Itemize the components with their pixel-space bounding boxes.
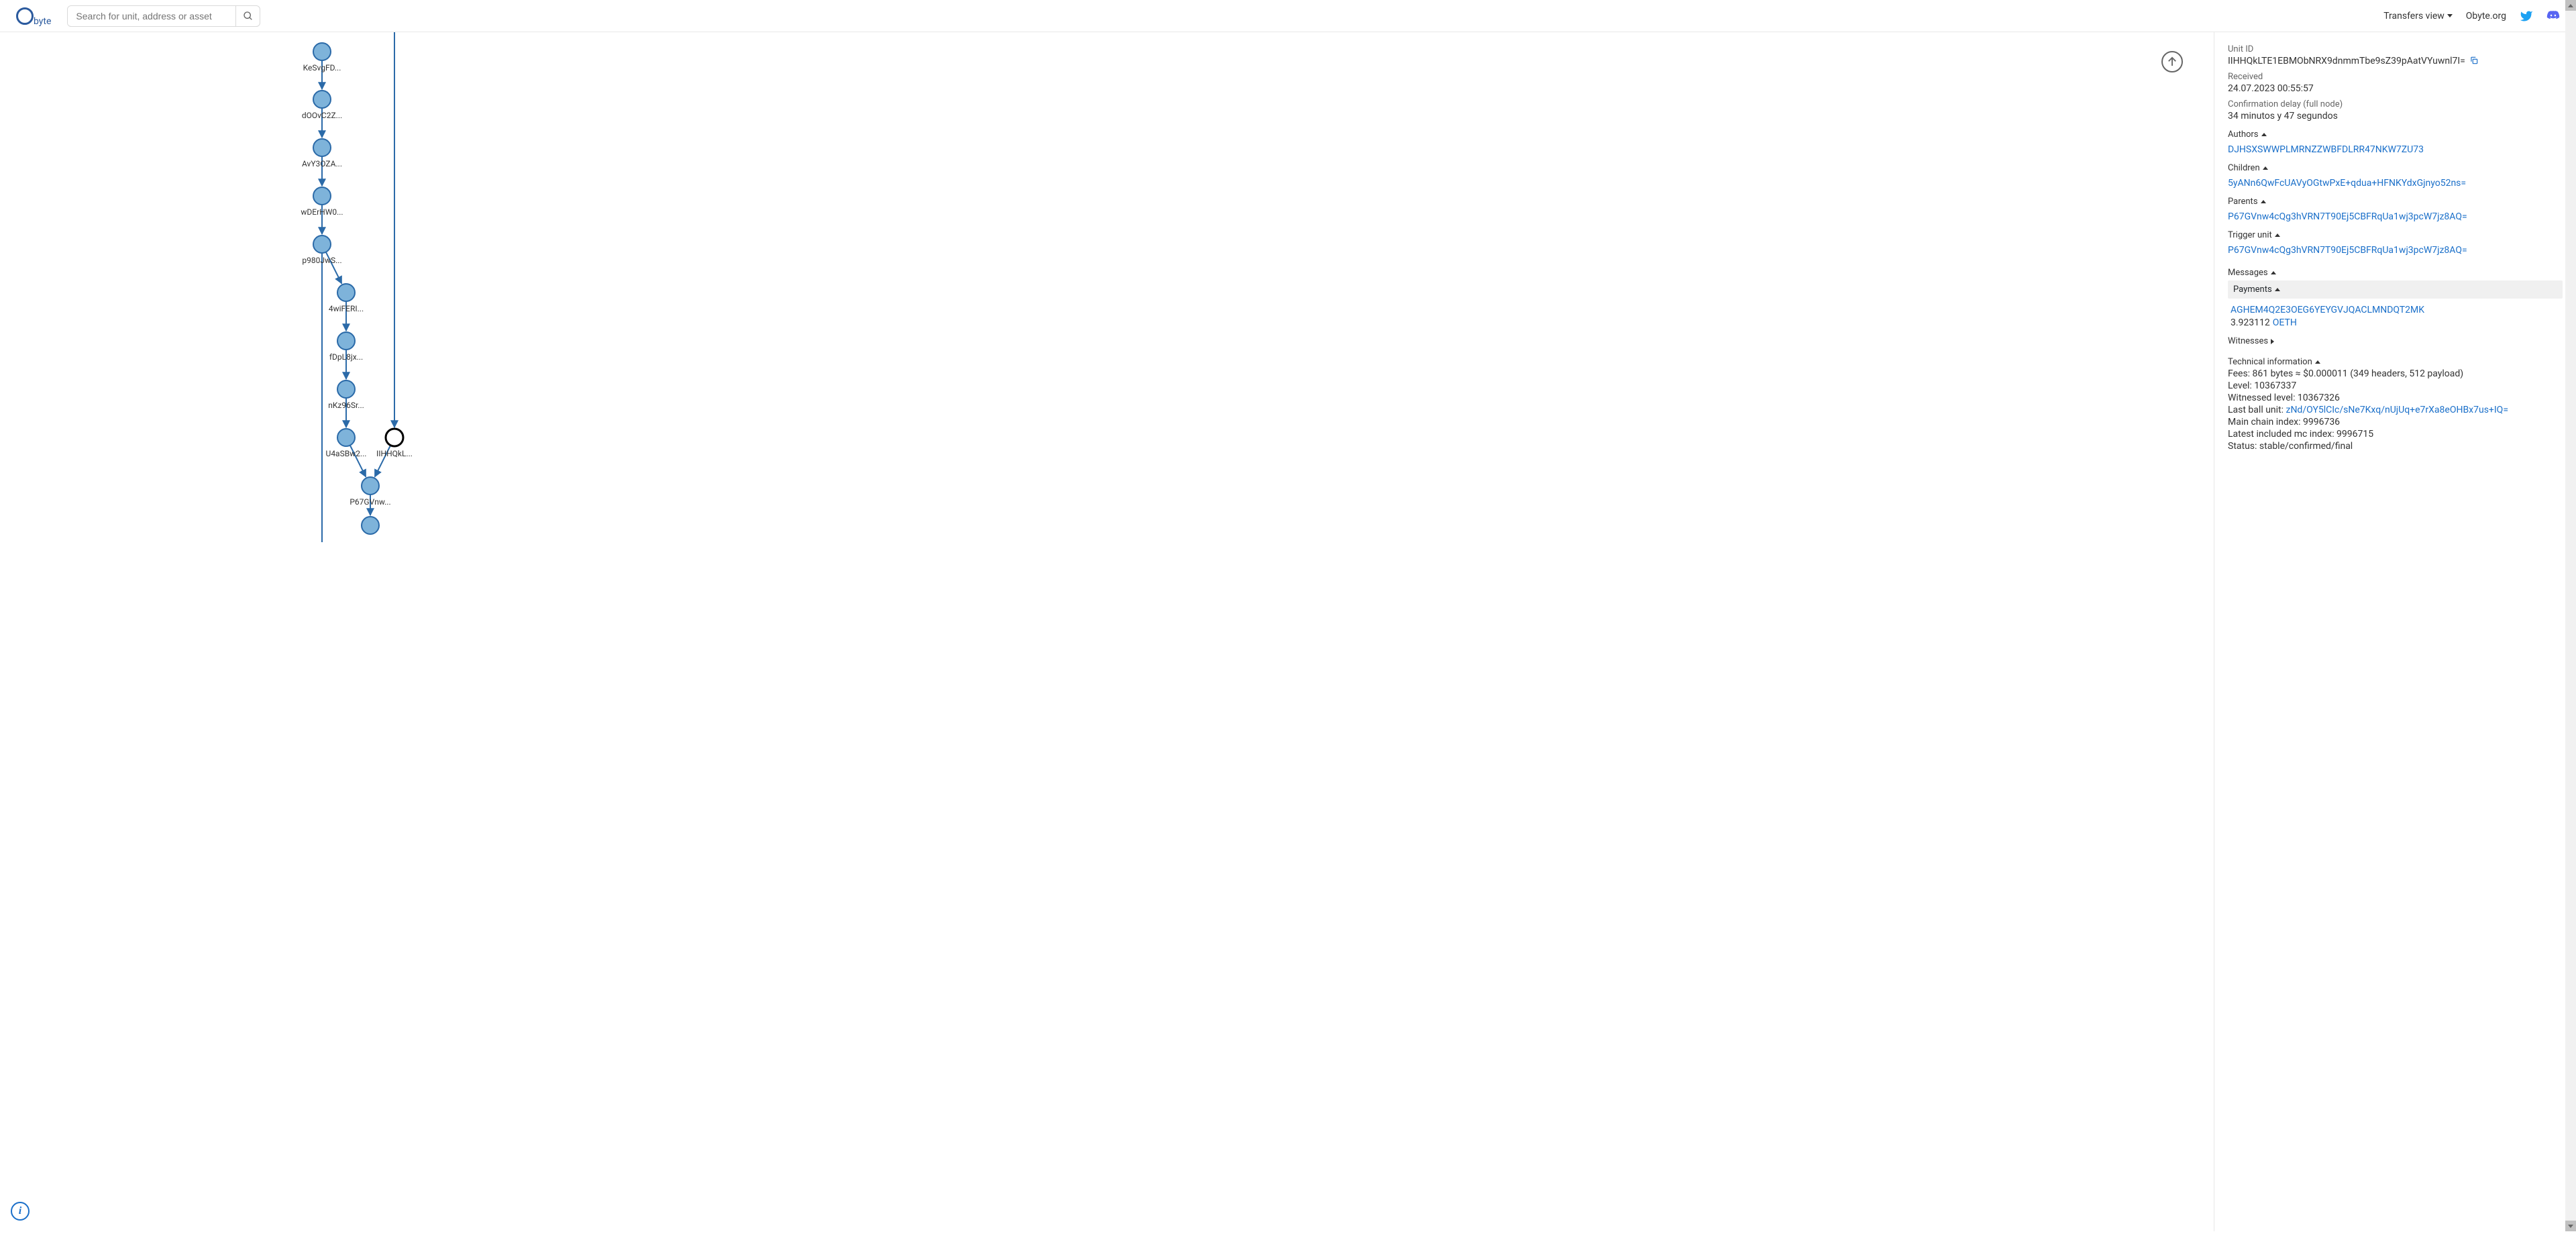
tech-info-header[interactable]: Technical information	[2228, 357, 2563, 367]
received-value: 24.07.2023 00:55:57	[2228, 83, 2563, 94]
received-label: Received	[2228, 72, 2563, 82]
children-label: Children	[2228, 163, 2260, 173]
confirm-delay-label: Confirmation delay (full node)	[2228, 99, 2563, 109]
dag-node-label: 4wiFERI...	[329, 304, 364, 313]
dag-node[interactable]	[337, 380, 355, 398]
obyte-org-link[interactable]: Obyte.org	[2466, 11, 2506, 21]
dag-node-label: dOOvC2Z...	[302, 111, 342, 120]
dag-node-label: wDErHW0...	[301, 207, 343, 217]
dag-area[interactable]: KeSvgFD... dOOvC2Z... AvY3OZA... wDErHW0...…	[0, 32, 2214, 1231]
chevron-up-icon	[2261, 200, 2266, 203]
dag-node-label: AvY3OZA...	[302, 159, 342, 168]
payments-label: Payments	[2233, 285, 2272, 295]
trigger-label: Trigger unit	[2228, 230, 2272, 240]
fees-line: Fees: 861 bytes ≈ $0.000011 (349 headers…	[2228, 368, 2563, 379]
scroll-up-caret-icon	[2568, 4, 2573, 7]
parents-header[interactable]: Parents	[2228, 197, 2563, 207]
chevron-up-icon	[2275, 234, 2280, 237]
unit-details-panel: Unit ID IIHHQkLTE1EBMObNRX9dnmmTbe9sZ39p…	[2214, 32, 2576, 1231]
scrollbar-up-button[interactable]	[2565, 0, 2576, 11]
dag-node[interactable]	[313, 91, 331, 108]
chevron-up-icon	[2275, 288, 2280, 291]
dag-node[interactable]	[337, 429, 355, 446]
trigger-header[interactable]: Trigger unit	[2228, 230, 2563, 240]
logo[interactable]: byte	[16, 7, 54, 25]
payments-header[interactable]: Payments	[2228, 280, 2563, 299]
payment-address-link[interactable]: AGHEM4Q2E3OEG6YEYGVJQACLMNDQT2MK	[2231, 305, 2424, 315]
scrollbar-down-button[interactable]	[2565, 1221, 2576, 1231]
copy-icon[interactable]	[2469, 56, 2479, 65]
last-ball-line: Last ball unit: zNd/OY5lCIc/sNe7Kxq/nUjU…	[2228, 405, 2563, 415]
dag-node-label: p980JwS...	[302, 256, 341, 265]
last-ball-link[interactable]: zNd/OY5lCIc/sNe7Kxq/nUjUq+e7rXa8eOHBx7us…	[2286, 405, 2509, 415]
transfers-view-link[interactable]: Transfers view	[2383, 11, 2453, 21]
info-button[interactable]: i	[11, 1202, 30, 1221]
children-header[interactable]: Children	[2228, 163, 2563, 173]
status-line: Status: stable/confirmed/final	[2228, 441, 2563, 452]
child-link[interactable]: 5yANn6QwFcUAVyOGtwPxE+qdua+HFNKYdxGjnyo5…	[2228, 178, 2466, 189]
dag-node-label: KeSvgFD...	[303, 63, 341, 72]
messages-label: Messages	[2228, 268, 2268, 278]
parent-link[interactable]: P67GVnw4cQg3hVRN7T90Ej5CBFRqUa1wj3pcW7jz…	[2228, 211, 2467, 222]
scrollbar-track[interactable]	[2565, 0, 2576, 1231]
level-line: Level: 10367337	[2228, 380, 2563, 391]
dag-node[interactable]	[313, 139, 331, 156]
main: KeSvgFD... dOOvC2Z... AvY3OZA... wDErHW0...…	[0, 32, 2576, 1231]
search-box	[67, 5, 260, 27]
dag-node[interactable]	[337, 332, 355, 350]
payment-asset-link[interactable]: OETH	[2273, 317, 2297, 328]
dag-node[interactable]	[337, 284, 355, 301]
witnesses-header[interactable]: Witnesses	[2228, 336, 2563, 346]
discord-icon[interactable]	[2546, 9, 2560, 23]
dag-node-label: P67GVnw...	[350, 497, 390, 507]
scroll-down-caret-icon	[2568, 1225, 2573, 1228]
witnesses-label: Witnesses	[2228, 336, 2268, 346]
search-input[interactable]	[68, 7, 235, 25]
dag-graph[interactable]: KeSvgFD... dOOvC2Z... AvY3OZA... wDErHW0...…	[0, 32, 2214, 1231]
dag-node[interactable]	[313, 236, 331, 253]
logo-circle-icon	[16, 7, 34, 25]
main-chain-line: Main chain index: 9996736	[2228, 417, 2563, 427]
search-icon	[243, 11, 254, 21]
dag-node[interactable]	[313, 43, 331, 60]
transfers-view-label: Transfers view	[2383, 11, 2445, 21]
unit-id-label: Unit ID	[2228, 44, 2563, 54]
twitter-icon[interactable]	[2520, 9, 2533, 23]
logo-text: byte	[34, 16, 51, 27]
tech-info-label: Technical information	[2228, 357, 2312, 367]
header: byte Transfers view Obyte.org	[0, 0, 2576, 32]
parents-label: Parents	[2228, 197, 2258, 207]
witnessed-level-line: Witnessed level: 10367326	[2228, 393, 2563, 403]
arrow-up-icon	[2166, 56, 2178, 68]
dag-node-label: fDpL8jx...	[329, 352, 363, 362]
latest-mc-line: Latest included mc index: 9996715	[2228, 429, 2563, 440]
dag-node-label: U4aSBw2...	[326, 449, 367, 458]
authors-label: Authors	[2228, 130, 2259, 140]
chevron-down-icon	[2447, 14, 2453, 17]
dag-node[interactable]	[313, 187, 331, 205]
search-button[interactable]	[235, 5, 260, 27]
chevron-up-icon	[2271, 271, 2276, 274]
chevron-up-icon	[2315, 360, 2320, 364]
confirm-delay-value: 34 minutos y 47 segundos	[2228, 111, 2563, 121]
trigger-link[interactable]: P67GVnw4cQg3hVRN7T90Ej5CBFRqUa1wj3pcW7jz…	[2228, 245, 2467, 256]
author-link[interactable]: DJHSXSWWPLMRNZZWBFDLRR47NKW7ZU73	[2228, 144, 2424, 155]
chevron-up-icon	[2261, 133, 2267, 136]
chevron-right-icon	[2271, 339, 2277, 344]
authors-header[interactable]: Authors	[2228, 130, 2563, 140]
dag-node[interactable]	[362, 517, 379, 534]
dag-node[interactable]	[386, 429, 403, 446]
last-ball-prefix: Last ball unit:	[2228, 405, 2286, 415]
chevron-up-icon	[2263, 166, 2268, 170]
payment-amount: 3.923112	[2231, 317, 2270, 328]
dag-node[interactable]	[362, 477, 379, 495]
messages-header[interactable]: Messages	[2228, 268, 2563, 278]
dag-node-label: nKz96Sr...	[328, 401, 364, 410]
unit-id-value: IIHHQkLTE1EBMObNRX9dnmmTbe9sZ39pAatVYuwn…	[2228, 56, 2465, 66]
scroll-up-button[interactable]	[2161, 51, 2183, 72]
dag-node-label: IIHHQkL...	[376, 449, 413, 458]
